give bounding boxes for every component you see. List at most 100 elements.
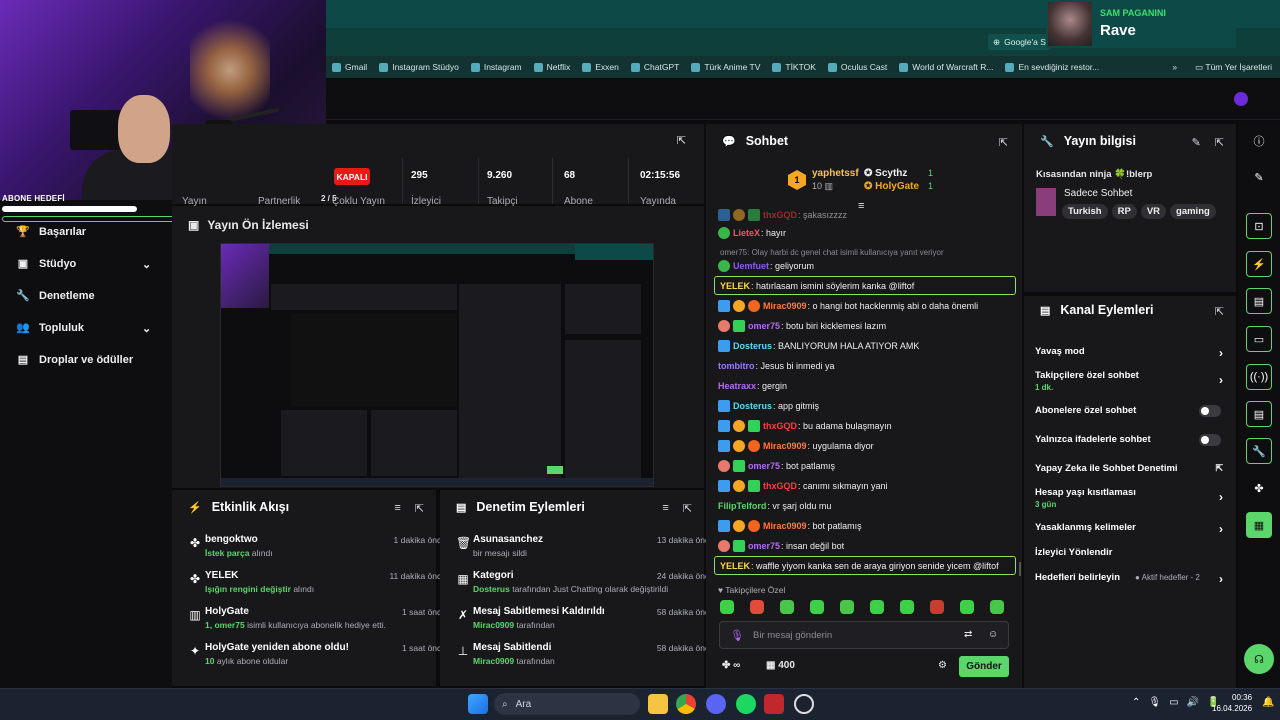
chat-username[interactable]: omer75 [748,541,780,551]
chat-username[interactable]: Mirac0909 [763,301,807,311]
chat-username[interactable]: omer75 [748,321,780,331]
help-icon[interactable]: ☊ [1244,644,1274,674]
translate-icon[interactable]: ⇄ [964,629,972,640]
bookmark-item[interactable]: Türk Anime TV [685,62,766,72]
bookmark-item[interactable]: Gmail [326,62,373,72]
chat-username[interactable]: Mirac0909 [763,521,807,531]
chat-input[interactable]: 🎙 Bir mesaj gönderin ⇄ ☺ [719,621,1009,649]
filter-icon[interactable]: ≡ [662,502,668,515]
notification-icon[interactable]: 🔔 [1262,697,1274,708]
chat-username[interactable]: Mirac0909 [763,441,807,451]
chat-username[interactable]: YELEK [720,281,750,291]
channel-action-row[interactable]: Takipçilere özel sohbet 1 dk. › [1035,370,1223,392]
chevron-right-icon[interactable]: › [1219,373,1223,387]
chat-username[interactable]: Dosterus [733,341,772,351]
chat-message[interactable]: omer75: insan değil bot [718,538,1018,554]
user-avatar[interactable] [1234,92,1248,106]
chat-message[interactable]: Mirac0909: bot patlamış [718,518,1018,534]
lightning-icon[interactable]: ⚡ [1246,251,1272,277]
chat-username[interactable]: omer75 [748,461,780,471]
chevron-right-icon[interactable]: › [1219,572,1223,586]
bookmark-item[interactable]: En sevdiğiniz restor... [999,62,1105,72]
bookmark-item[interactable]: World of Warcraft R... [893,62,999,72]
emote-icon[interactable] [720,600,734,614]
bookmarks-overflow-icon[interactable]: » [1172,62,1177,72]
event-item[interactable]: 🗑 Asunasanchez bir mesajı sildi 13 dakika ö… [456,534,714,564]
google-search-chip[interactable]: ⊕ Google'a S [988,34,1051,50]
chevron-down-icon[interactable]: ⌄ [142,258,151,271]
chat-username[interactable]: tombitro [718,361,755,371]
chat-message[interactable]: Dosterus: app gitmiş [718,398,1018,414]
chat-username[interactable]: Uemfuet [733,261,769,271]
channel-action-row[interactable]: Yavaş mod › [1035,346,1223,360]
stream-tag[interactable]: Turkish [1062,204,1108,219]
nav-item-5[interactable]: ▤ Droplar ve ödüller [16,354,166,366]
bookmark-item[interactable]: Netflix [528,62,577,72]
windows-start-icon[interactable] [468,694,488,714]
bookmark-item[interactable]: Instagram [465,62,528,72]
nav-item-1[interactable]: 🏆 Başarılar [16,226,166,238]
stream-preview-video[interactable] [220,243,654,487]
obs-app-icon[interactable] [764,694,784,714]
chat-message[interactable]: Dosterus: BANLIYORUM HALA ATIYOR AMK [718,338,1018,354]
chat-icon[interactable]: ▭ [1246,326,1272,352]
toggle-switch[interactable] [1199,434,1221,446]
edit-icon[interactable]: ✎ [1192,136,1201,149]
gift-leaderboard[interactable]: 1 yaphetssf 10 ▥ ✪ Scythz 1 ✪ HolyGate 1 [788,166,948,194]
chat-message[interactable]: thxGQD: şakasızzzz [718,207,1018,223]
nav-item-3[interactable]: 🔧 Denetleme [16,290,166,302]
chat-message[interactable]: YELEK: hatırlasam ismini söylerim kanka … [720,278,1020,294]
chevron-right-icon[interactable]: › [1219,346,1223,360]
scrollbar[interactable] [1019,562,1021,576]
emote-icon[interactable] [870,600,884,614]
chevron-down-icon[interactable]: ⌄ [142,322,151,335]
emote-icon[interactable] [990,600,1004,614]
chat-message[interactable]: FilipTelford: vr şarj oldu mu [718,498,1018,514]
info-icon[interactable]: ⓘ [1246,128,1272,154]
chevron-right-icon[interactable]: › [1219,522,1223,536]
taskbar-clock[interactable]: 00:36 16.04.2026 [1212,692,1252,714]
event-item[interactable]: ✤ YELEK Işığın rengini değiştir alındı 11 d… [188,570,446,600]
chat-message[interactable]: LieteX: hayır [718,225,1018,241]
chat-username[interactable]: thxGQD [763,481,797,491]
channel-action-row[interactable]: İzleyici Yönlendir [1035,547,1223,558]
channel-action-row[interactable]: Abonelere özel sohbet [1035,405,1223,417]
discord-icon[interactable] [706,694,726,714]
emote-icon[interactable] [810,600,824,614]
event-item[interactable]: ⊥ Mesaj Sabitlendi Mirac0909 tarafından 58 … [456,642,714,672]
bookmark-item[interactable]: Instagram Stüdyo [373,62,465,72]
emote-picker-icon[interactable]: ☺ [988,629,998,640]
clip-icon[interactable]: ⊡ [1246,213,1272,239]
chat-message[interactable]: YELEK: waffle yiyom kanka sen de araya g… [720,558,1020,574]
all-bookmarks-link[interactable]: ▭ Tüm Yer İşaretleri [1195,62,1272,73]
stream-tag[interactable]: gaming [1170,204,1216,219]
emote-icon[interactable] [960,600,974,614]
emote-icon[interactable] [750,600,764,614]
mic-icon[interactable]: 🎙 [730,629,744,642]
bookmark-item[interactable]: Oculus Cast [822,62,893,72]
chat-message[interactable]: omer75: botu biri kicklemesi lazım [718,318,1018,334]
channel-points[interactable]: ▦ 400 [766,660,795,671]
bookmark-item[interactable]: ChatGPT [625,62,685,72]
extension-icon[interactable]: ▦ [1246,512,1272,538]
stream-tag[interactable]: VR [1140,204,1167,219]
bookmark-item[interactable]: TİKTOK [766,62,822,72]
chrome-icon[interactable] [676,694,696,714]
chat-username[interactable]: LieteX [733,228,760,238]
event-item[interactable]: ▥ HolyGate 1, omer75 isimli kullanıcıya ab… [188,606,446,636]
event-item[interactable]: ▦ Kategori Dosterus tarafından Just Chatti… [456,570,714,600]
chat-message[interactable]: tombitro: Jesus bi inmedi ya [718,358,1018,374]
stream-tag[interactable]: RP [1111,204,1137,219]
edit-icon[interactable]: ✎ [1246,164,1272,190]
chat-username[interactable]: thxGQD [763,210,797,220]
emote-icon[interactable] [840,600,854,614]
channel-action-row[interactable]: Yasaklanmış kelimeler › [1035,522,1223,536]
server-icon[interactable]: ▤ [1246,401,1272,427]
chat-message[interactable]: Mirac0909: uygulama diyor [718,438,1018,454]
chevron-right-icon[interactable]: › [1219,490,1223,504]
explorer-icon[interactable] [648,694,668,714]
channel-action-row[interactable]: Hedefleri belirleyin ● Aktif hedefler - 2… [1035,572,1223,586]
chat-message[interactable]: Mirac0909: o hangi bot hacklenmiş abi o … [718,298,1018,314]
channel-action-row[interactable]: Yapay Zeka ile Sohbet Denetimi ⇱ [1035,463,1223,474]
event-item[interactable]: ✗ Mesaj Sabitlemesi Kaldırıldı Mirac0909 t… [456,606,714,636]
